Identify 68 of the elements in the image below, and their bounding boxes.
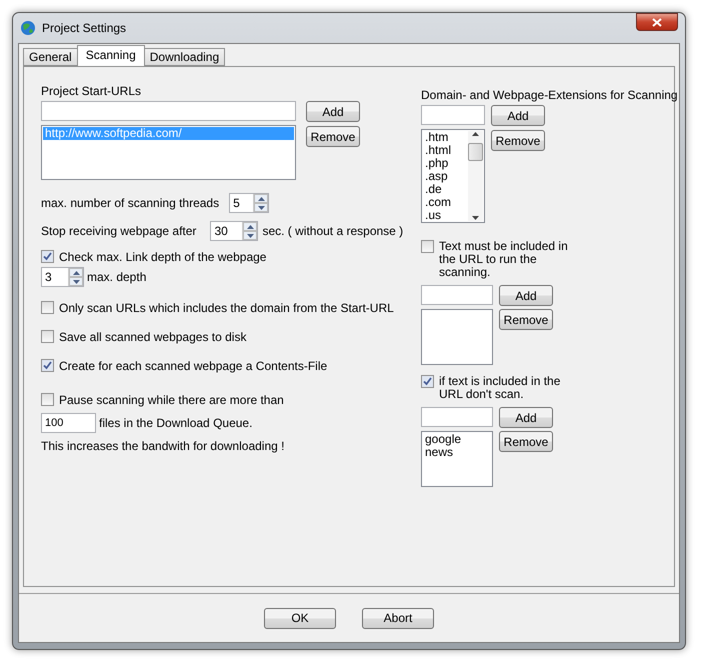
- list-item[interactable]: .html: [423, 144, 468, 157]
- close-icon: [652, 18, 662, 26]
- spin-up-icon[interactable]: [243, 222, 258, 231]
- checkbox-label: Check max. Link depth of the webpage: [59, 250, 266, 264]
- scrollbar[interactable]: [468, 131, 483, 221]
- remove-button[interactable]: Remove: [499, 309, 553, 330]
- list-item[interactable]: .htm: [423, 131, 468, 144]
- scroll-thumb[interactable]: [468, 143, 483, 161]
- list-item[interactable]: .php: [423, 157, 468, 170]
- window-title: Project Settings: [42, 21, 128, 35]
- globe-icon: [20, 20, 36, 36]
- tab[interactable]: Scanning: [76, 45, 145, 66]
- dialog-button[interactable]: OK: [264, 608, 336, 628]
- checkbox[interactable]: [421, 240, 434, 253]
- url-field[interactable]: [41, 101, 296, 121]
- checkbox-label: Save all scanned webpages to disk: [59, 330, 246, 344]
- tab[interactable]: General: [23, 48, 78, 66]
- checkbox-label: if text is included in the URL don't scan.: [439, 375, 562, 401]
- list-item[interactable]: .us: [423, 209, 468, 222]
- checkbox[interactable]: [41, 301, 54, 314]
- close-button[interactable]: [636, 13, 678, 31]
- timeout-suffix: sec. ( without a response ): [262, 224, 404, 238]
- add-button[interactable]: Add: [306, 101, 360, 122]
- list-item[interactable]: .com: [423, 196, 468, 209]
- add-button[interactable]: Add: [499, 285, 553, 306]
- checkbox-label: Create for each scanned webpage a Contents-File: [59, 359, 328, 373]
- remove-button[interactable]: Remove: [306, 126, 360, 147]
- spin-up-icon[interactable]: [69, 268, 83, 277]
- checkbox[interactable]: [421, 375, 434, 388]
- section-label: Project Start-URLs: [41, 84, 142, 98]
- list-box[interactable]: [421, 309, 493, 365]
- checkbox[interactable]: [41, 250, 54, 263]
- remove-button[interactable]: Remove: [491, 130, 545, 151]
- list-box[interactable]: google news: [421, 431, 493, 487]
- depth-label: max. depth: [87, 270, 146, 284]
- checkbox[interactable]: [41, 359, 54, 372]
- list-item[interactable]: news: [423, 446, 491, 459]
- checkbox[interactable]: [41, 393, 54, 406]
- text-field[interactable]: [421, 285, 493, 305]
- number-spinner[interactable]: 30: [210, 221, 258, 241]
- list-item[interactable]: .de: [423, 183, 468, 196]
- dialog-button[interactable]: Abort: [362, 608, 434, 628]
- checkbox[interactable]: [41, 330, 54, 343]
- queue-label: files in the Download Queue.: [99, 416, 252, 430]
- tab[interactable]: Downloading: [144, 48, 226, 66]
- scroll-down-icon[interactable]: [472, 215, 479, 221]
- checkbox-label: Only scan URLs which includes the domain from the Start-URL: [59, 301, 394, 315]
- spin-down-icon[interactable]: [254, 203, 268, 212]
- checkbox-label: Text must be included in the URL to run the scanning.: [439, 240, 569, 279]
- timeout-label: Stop receiving webpage after: [41, 224, 196, 238]
- add-button[interactable]: Add: [499, 407, 553, 428]
- extension-field[interactable]: [421, 105, 485, 125]
- spin-up-icon[interactable]: [254, 194, 268, 203]
- checkbox-label: Pause scanning while there are more than: [59, 393, 284, 407]
- list-item[interactable]: .asp: [423, 170, 468, 183]
- text-field[interactable]: [421, 407, 493, 427]
- extension-list[interactable]: .htm .html .php .asp .de .com .us: [421, 129, 485, 223]
- spin-down-icon[interactable]: [69, 277, 83, 286]
- spin-down-icon[interactable]: [243, 231, 258, 240]
- list-item[interactable]: google: [423, 433, 491, 446]
- threads-label: max. number of scanning threads: [41, 196, 220, 210]
- add-button[interactable]: Add: [491, 105, 545, 126]
- number-spinner[interactable]: 5: [229, 193, 270, 213]
- note-text: This increases the bandwith for downloading !: [41, 439, 286, 453]
- remove-button[interactable]: Remove: [499, 431, 553, 452]
- number-spinner[interactable]: 3: [41, 267, 84, 287]
- queue-field[interactable]: 100: [41, 413, 96, 433]
- scroll-up-icon[interactable]: [472, 131, 479, 137]
